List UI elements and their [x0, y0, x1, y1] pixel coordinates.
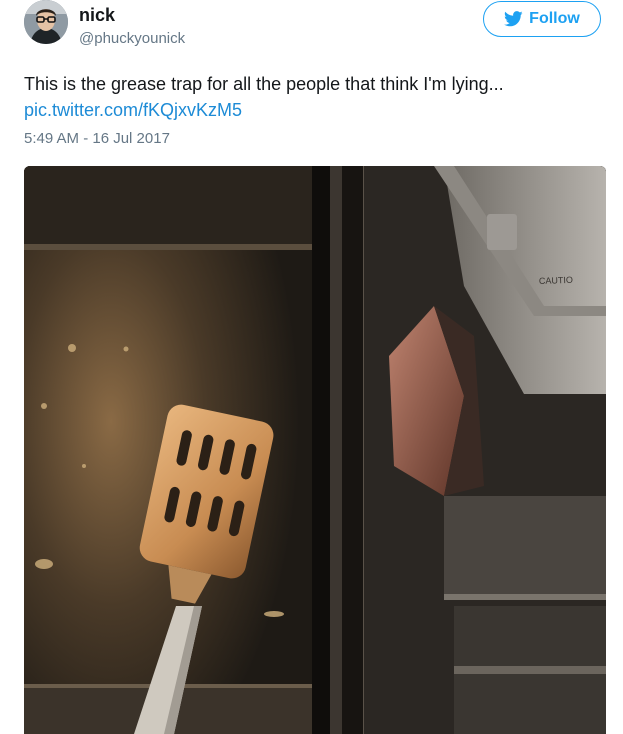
follow-button[interactable]: Follow — [483, 1, 601, 37]
tweet-text: This is the grease trap for all the peop… — [24, 74, 504, 94]
user-handle[interactable]: @phuckyounick — [79, 30, 185, 48]
follow-label: Follow — [529, 10, 580, 27]
twitter-bird-icon — [504, 11, 523, 27]
tweet-photo[interactable]: CAUTIO — [24, 166, 606, 734]
user-avatar-icon — [24, 0, 68, 44]
caution-label: CAUTIO — [539, 275, 573, 286]
grease-trap-photo: CAUTIO — [24, 166, 606, 734]
avatar[interactable] — [24, 0, 68, 44]
user-name[interactable]: nick — [79, 5, 115, 25]
tweet-media-link[interactable]: pic.twitter.com/fKQjxvKzM5 — [24, 98, 242, 122]
tweet-timestamp[interactable]: 5:49 AM - 16 Jul 2017 — [24, 130, 170, 148]
